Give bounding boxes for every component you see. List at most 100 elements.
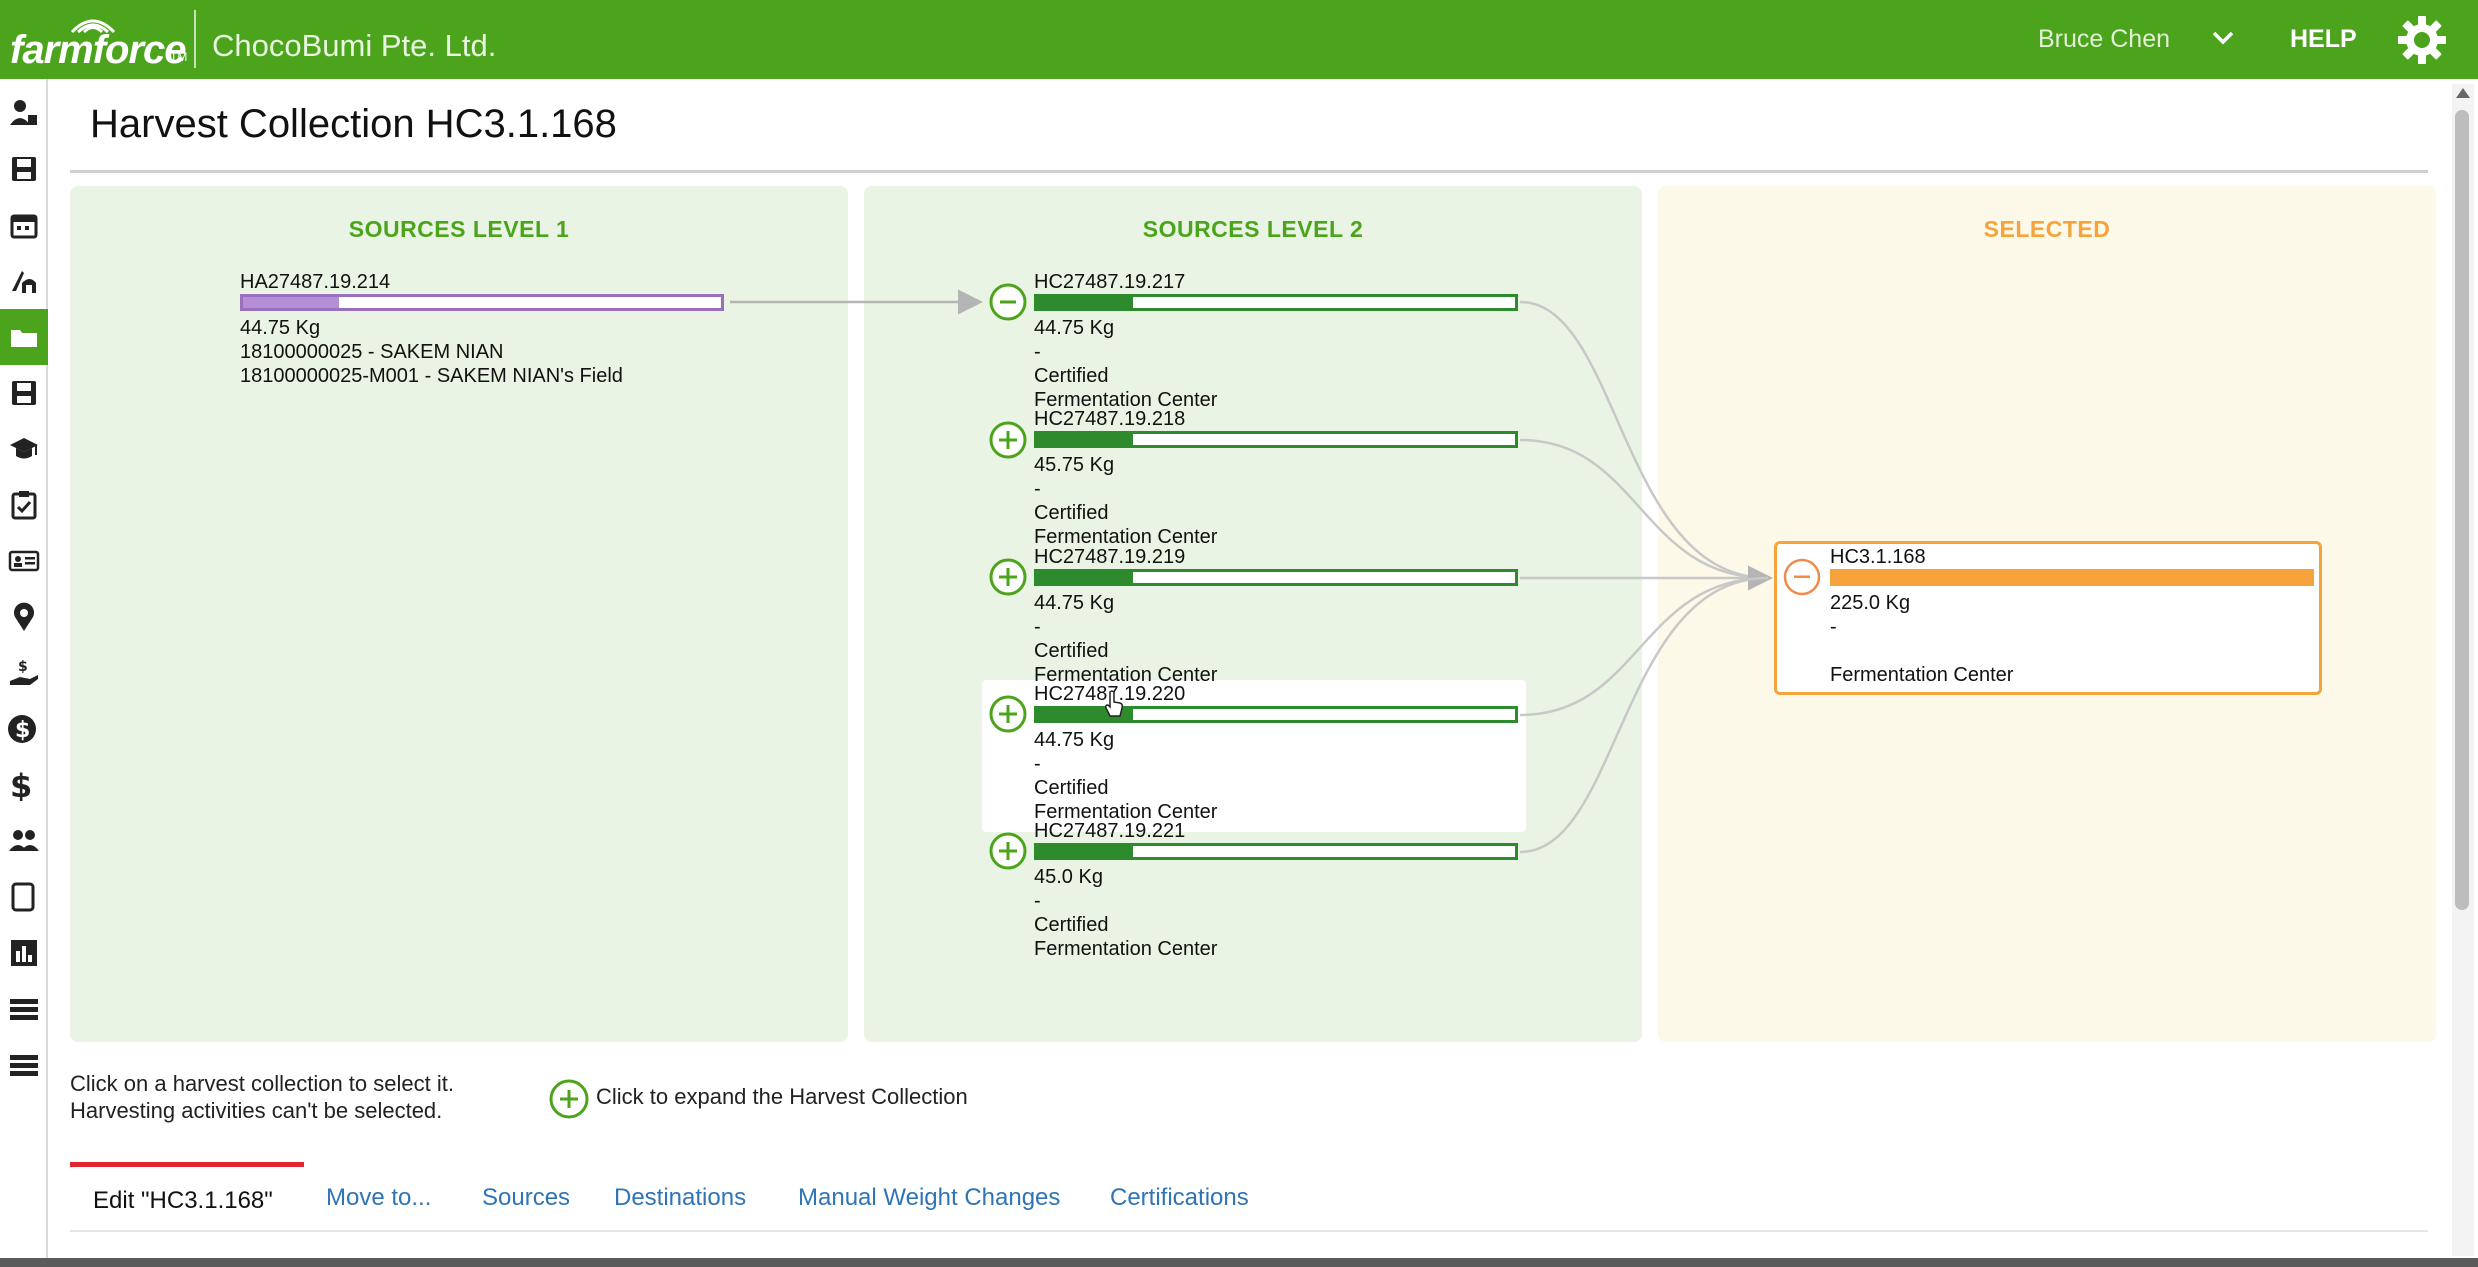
bar-chart-icon xyxy=(11,940,37,966)
logo-trademark: TM xyxy=(170,50,188,64)
sidebar-item-collections[interactable] xyxy=(0,309,48,365)
node-field: 18100000025-M001 - SAKEM NIAN's Field xyxy=(240,365,623,387)
sidebar-item-id-cards[interactable] xyxy=(0,533,48,589)
tab-move-to[interactable]: Move to... xyxy=(326,1184,431,1212)
node-dash: - xyxy=(1034,753,1041,775)
company-name: ChocoBumi Pte. Ltd. xyxy=(212,28,497,63)
expand-button[interactable] xyxy=(988,557,1028,597)
node-weight: 45.75 Kg xyxy=(1034,454,1115,476)
sidebar-item-farmers[interactable] xyxy=(0,85,48,141)
node-certification: Certified xyxy=(1034,365,1109,387)
collection-folder-icon xyxy=(11,330,37,347)
source-node-level-2[interactable]: HC27487.19.219 44.75 Kg - Certified Ferm… xyxy=(1034,545,1520,690)
top-bar: farmforce TM ChocoBumi Pte. Ltd. Bruce C… xyxy=(0,0,2478,79)
weight-bar xyxy=(1034,294,1518,311)
sources-level-2-heading: SOURCES LEVEL 2 xyxy=(1142,216,1364,242)
tab-edit[interactable]: Edit "HC3.1.168" xyxy=(70,1162,304,1230)
id-card-icon xyxy=(8,550,40,572)
tab-certifications[interactable]: Certifications xyxy=(1110,1184,1249,1212)
save-icon xyxy=(12,157,36,181)
weight-bar-fill xyxy=(243,297,339,308)
sidebar-item-devices[interactable] xyxy=(0,869,48,925)
help-link[interactable]: HELP xyxy=(2290,25,2357,54)
source-node-level-2[interactable]: HC27487.19.218 45.75 Kg - Certified Ferm… xyxy=(1034,407,1520,552)
node-dash: - xyxy=(1034,890,1041,912)
node-weight: 225.0 Kg xyxy=(1830,592,1911,614)
node-weight: 44.75 Kg xyxy=(1034,317,1115,339)
sidebar-item-harvest[interactable] xyxy=(0,253,48,309)
storage-icon xyxy=(12,381,36,405)
dollar-icon: $ xyxy=(10,769,32,801)
minus-icon xyxy=(1794,575,1810,578)
node-dash: - xyxy=(1830,616,1837,638)
sidebar-item-payments[interactable]: $ xyxy=(0,645,48,701)
scrollbar-thumb[interactable] xyxy=(2455,110,2469,910)
source-node-level-2[interactable]: HC27487.19.221 45.0 Kg - Certified Ferme… xyxy=(1034,819,1520,964)
weight-bar xyxy=(1034,843,1518,860)
sidebar-item-locations[interactable] xyxy=(0,589,48,645)
sidebar-item-more[interactable] xyxy=(0,1037,48,1093)
sidebar-item-storage[interactable] xyxy=(0,365,48,421)
sources-level-1-heading: SOURCES LEVEL 1 xyxy=(348,216,570,242)
sidebar-item-groups[interactable] xyxy=(0,813,48,869)
sidebar-item-tasks[interactable] xyxy=(0,477,48,533)
svg-text:$: $ xyxy=(15,718,30,743)
node-dash: - xyxy=(1034,341,1041,363)
source-node-level-2[interactable]: HC27487.19.217 44.75 Kg - Certified Ferm… xyxy=(1034,270,1520,415)
weight-bar-fill xyxy=(1037,297,1133,308)
node-id: HA27487.19.214 xyxy=(240,271,391,293)
node-dash: - xyxy=(1034,616,1041,638)
logo-text: farmforce xyxy=(10,28,187,72)
node-id: HC27487.19.221 xyxy=(1034,820,1186,842)
weight-bar-fill xyxy=(1037,434,1133,445)
sidebar-item-reports[interactable] xyxy=(0,925,48,981)
selected-node: HC3.1.168 225.0 Kg - Fermentation Center xyxy=(1830,545,2314,690)
user-menu-name[interactable]: Bruce Chen xyxy=(2038,25,2170,54)
dollar-circle-icon: $ xyxy=(8,715,36,743)
expand-button[interactable] xyxy=(988,420,1028,460)
source-node-level-1: HA27487.19.214 44.75 Kg 18100000025 - SA… xyxy=(240,270,726,390)
tablet-icon xyxy=(11,882,35,912)
weight-bar xyxy=(1034,569,1518,586)
header-divider xyxy=(194,10,196,68)
sidebar-item-finance[interactable]: $ xyxy=(0,757,48,813)
expand-hint: Click to expand the Harvest Collection xyxy=(596,1084,968,1109)
sidebar-item-pricing[interactable]: $ xyxy=(0,701,48,757)
node-certification: Certified xyxy=(1034,914,1109,936)
map-pin-icon xyxy=(13,602,34,631)
weight-bar-fill xyxy=(1037,572,1133,583)
tab-destinations[interactable]: Destinations xyxy=(614,1184,746,1212)
select-hint: Click on a harvest collection to select … xyxy=(70,1071,454,1096)
calendar-icon xyxy=(10,214,38,239)
node-weight: 44.75 Kg xyxy=(1034,729,1115,751)
weight-bar xyxy=(1830,569,2314,586)
tab-manual-weight-changes[interactable]: Manual Weight Changes xyxy=(798,1184,1060,1212)
scroll-up-arrow-icon[interactable] xyxy=(2455,86,2471,100)
training-icon xyxy=(10,438,38,459)
node-weight: 45.0 Kg xyxy=(1034,866,1103,888)
sidebar-item-lists[interactable] xyxy=(0,981,48,1037)
menu-icon xyxy=(10,1055,38,1076)
harvest-icon xyxy=(12,271,36,293)
chevron-down-icon[interactable] xyxy=(2210,28,2236,48)
weight-bar xyxy=(1034,431,1518,448)
collapse-button[interactable] xyxy=(1782,557,1822,597)
selected-heading: SELECTED xyxy=(1983,216,2111,242)
plus-icon xyxy=(549,1079,589,1119)
node-weight: 44.75 Kg xyxy=(1034,592,1115,614)
node-center: Fermentation Center xyxy=(1830,664,2014,686)
node-center: Fermentation Center xyxy=(1034,938,1218,960)
sidebar-item-training[interactable] xyxy=(0,421,48,477)
svg-text:$: $ xyxy=(10,769,32,801)
collapse-button[interactable] xyxy=(988,282,1028,322)
gear-icon[interactable] xyxy=(2396,14,2448,66)
farmforce-logo[interactable]: farmforce TM xyxy=(10,14,190,74)
hand-cursor-icon xyxy=(1105,690,1123,717)
expand-button[interactable] xyxy=(988,694,1028,734)
sidebar-item-calendar[interactable] xyxy=(0,197,48,253)
sidebar-item-save[interactable] xyxy=(0,141,48,197)
tab-sources[interactable]: Sources xyxy=(482,1184,570,1212)
minus-icon xyxy=(1000,300,1016,304)
expand-button[interactable] xyxy=(988,831,1028,871)
payment-hand-icon: $ xyxy=(10,659,38,685)
